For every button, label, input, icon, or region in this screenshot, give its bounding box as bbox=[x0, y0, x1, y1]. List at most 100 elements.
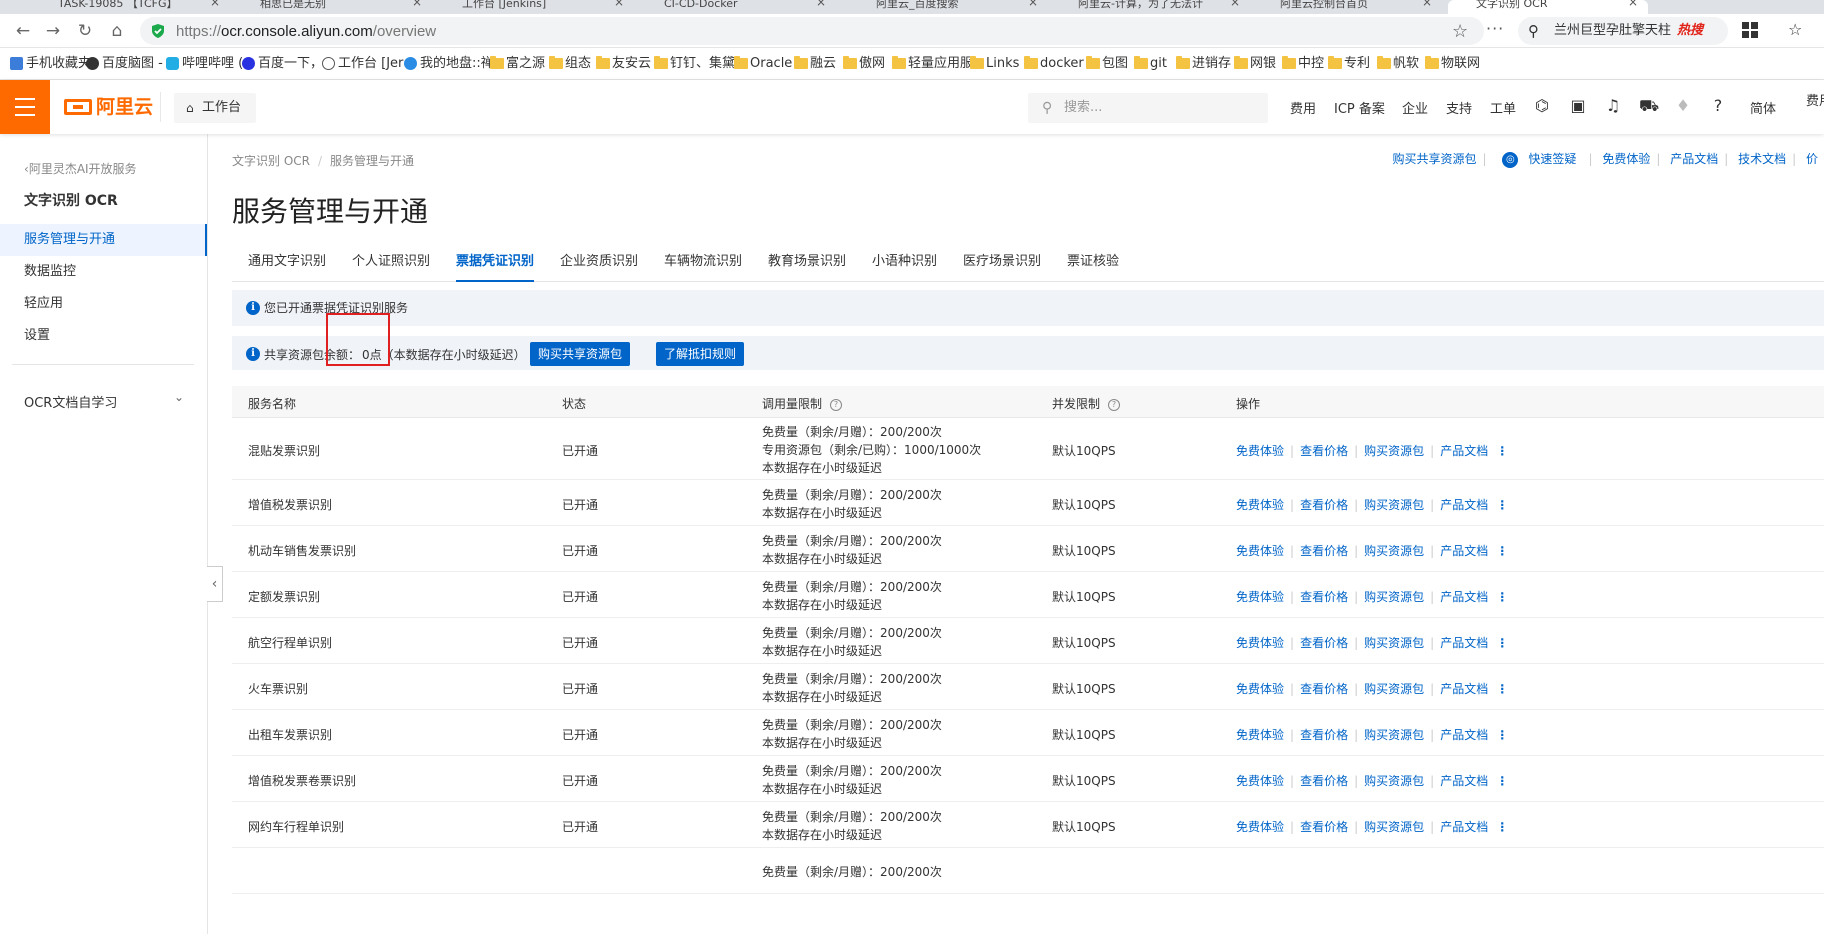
tab-enterprise-qualification[interactable]: 企业资质识别 bbox=[560, 242, 638, 282]
bookmark-folder[interactable]: 物联网 bbox=[1425, 56, 1480, 74]
language-switch[interactable]: 简体 bbox=[1750, 98, 1776, 117]
sidebar-item-service-management[interactable]: 服务管理与开通 bbox=[0, 224, 207, 256]
help-circle-icon[interactable]: ? bbox=[830, 398, 843, 411]
aliyun-logo[interactable]: 阿里云 bbox=[64, 92, 153, 122]
bookmark-folder[interactable]: 融云 bbox=[794, 56, 836, 74]
free-trial-link[interactable]: 免费体验 bbox=[1236, 728, 1284, 742]
bookmark-folder[interactable]: 包图 bbox=[1086, 56, 1128, 74]
bookmark-folder[interactable]: git bbox=[1134, 56, 1167, 74]
free-trial-link[interactable]: 免费体验 bbox=[1236, 820, 1284, 834]
bookmark-folder[interactable]: Links bbox=[970, 56, 1019, 74]
close-tab-icon[interactable]: × bbox=[1028, 0, 1038, 8]
view-price-link[interactable]: 查看价格 bbox=[1300, 682, 1348, 696]
browser-tab[interactable]: 阿里云-计算，为了无法计 × bbox=[1050, 0, 1250, 14]
link-quick-answer[interactable]: ◎ 快速签疑 bbox=[1496, 151, 1582, 168]
free-trial-link[interactable]: 免费体验 bbox=[1236, 774, 1284, 788]
product-docs-link[interactable]: 产品文档 bbox=[1440, 728, 1488, 742]
bookmark-folder[interactable]: 富之源 bbox=[490, 56, 545, 74]
buy-package-link[interactable]: 购买资源包 bbox=[1364, 498, 1424, 512]
bookmark-folder[interactable]: 组态 bbox=[549, 56, 591, 74]
bookmark-star-icon[interactable]: ☆ bbox=[1452, 21, 1468, 42]
product-docs-link[interactable]: 产品文档 bbox=[1440, 682, 1488, 696]
bookmark-folder[interactable]: 进销存 bbox=[1176, 56, 1231, 74]
more-actions-icon[interactable]: ⋮ bbox=[1496, 728, 1508, 742]
bookmark-folder[interactable]: 傲网 bbox=[843, 56, 885, 74]
free-trial-link[interactable]: 免费体验 bbox=[1236, 444, 1284, 458]
tab-vehicle-logistics[interactable]: 车辆物流识别 bbox=[664, 242, 742, 282]
more-actions-icon[interactable]: ⋮ bbox=[1496, 636, 1508, 650]
console-search-input[interactable]: ⚲ 搜索... bbox=[1028, 93, 1268, 123]
view-price-link[interactable]: 查看价格 bbox=[1300, 636, 1348, 650]
more-actions-icon[interactable]: ⋮ bbox=[1496, 590, 1508, 604]
bell-icon[interactable]: ♫ bbox=[1604, 96, 1622, 115]
sidebar-item-light-app[interactable]: 轻应用 bbox=[0, 288, 207, 320]
product-docs-link[interactable]: 产品文档 bbox=[1440, 590, 1488, 604]
help-icon[interactable]: ? bbox=[1709, 96, 1727, 115]
bookmark-item[interactable]: 百度一下， bbox=[242, 56, 323, 74]
buy-package-link[interactable]: 购买资源包 bbox=[1364, 590, 1424, 604]
forward-icon[interactable]: → bbox=[42, 20, 64, 42]
sidebar-group-ocr-self-learning[interactable]: OCR文档自学习 ⌄ bbox=[24, 390, 184, 411]
buy-package-link[interactable]: 购买资源包 bbox=[1364, 636, 1424, 650]
free-trial-link[interactable]: 免费体验 bbox=[1236, 636, 1284, 650]
buy-package-link[interactable]: 购买资源包 bbox=[1364, 774, 1424, 788]
close-tab-icon[interactable]: × bbox=[210, 0, 220, 8]
more-dots-icon[interactable]: ··· bbox=[1486, 19, 1504, 38]
product-docs-link[interactable]: 产品文档 bbox=[1440, 820, 1488, 834]
tab-education[interactable]: 教育场景识别 bbox=[768, 242, 846, 282]
tab-minor-language[interactable]: 小语种识别 bbox=[872, 242, 937, 282]
url-field[interactable]: https://ocr.console.aliyun.com/overview … bbox=[140, 17, 1503, 45]
close-tab-icon[interactable]: × bbox=[1422, 0, 1432, 8]
bookmark-item[interactable]: 工作台 [Jer bbox=[322, 56, 403, 74]
view-price-link[interactable]: 查看价格 bbox=[1300, 774, 1348, 788]
buy-package-link[interactable]: 购买资源包 bbox=[1364, 682, 1424, 696]
bookmark-item[interactable]: 手机收藏夹 bbox=[10, 56, 91, 74]
more-actions-icon[interactable]: ⋮ bbox=[1496, 444, 1508, 458]
view-price-link[interactable]: 查看价格 bbox=[1300, 444, 1348, 458]
free-trial-link[interactable]: 免费体验 bbox=[1236, 498, 1284, 512]
link-free-trial[interactable]: 免费体验 bbox=[1602, 152, 1650, 166]
browser-tab[interactable]: CI-CD-Docker × bbox=[636, 0, 836, 14]
menu-hamburger-icon[interactable] bbox=[0, 80, 50, 134]
topbar-link-icp[interactable]: ICP 备案 bbox=[1334, 98, 1385, 117]
browser-tab[interactable]: 阿里云_百度搜索 × bbox=[848, 0, 1048, 14]
buy-shared-package-button[interactable]: 购买共享资源包 bbox=[530, 342, 631, 366]
cloud-shell-icon[interactable]: ⌬ bbox=[1533, 96, 1551, 115]
more-actions-icon[interactable]: ⋮ bbox=[1496, 820, 1508, 834]
lightbulb-icon[interactable]: ♦ bbox=[1674, 96, 1692, 115]
bookmark-folder[interactable]: 钉钉、集黛 bbox=[654, 56, 735, 74]
buy-package-link[interactable]: 购买资源包 bbox=[1364, 728, 1424, 742]
close-tab-icon[interactable]: × bbox=[412, 0, 422, 8]
link-tech-docs[interactable]: 技术文档 bbox=[1738, 152, 1786, 166]
deduction-rules-button[interactable]: 了解抵扣规则 bbox=[656, 342, 745, 366]
link-pricing[interactable]: 价 bbox=[1806, 152, 1818, 166]
breadcrumb-item[interactable]: 文字识别 OCR bbox=[232, 154, 310, 168]
browser-tab[interactable]: TASK-19085 【TCFG】 × bbox=[30, 0, 230, 14]
sidebar-item-settings[interactable]: 设置 bbox=[0, 320, 207, 352]
more-actions-icon[interactable]: ⋮ bbox=[1496, 682, 1508, 696]
free-trial-link[interactable]: 免费体验 bbox=[1236, 544, 1284, 558]
view-price-link[interactable]: 查看价格 bbox=[1300, 820, 1348, 834]
topbar-link-enterprise[interactable]: 企业 bbox=[1402, 98, 1428, 117]
more-actions-icon[interactable]: ⋮ bbox=[1496, 544, 1508, 558]
browser-tab[interactable]: 相思已是无别 × bbox=[232, 0, 432, 14]
cart-icon[interactable]: ⛟ bbox=[1639, 96, 1659, 117]
tab-certificate-verify[interactable]: 票证核验 bbox=[1067, 242, 1119, 282]
view-price-link[interactable]: 查看价格 bbox=[1300, 590, 1348, 604]
buy-package-link[interactable]: 购买资源包 bbox=[1364, 820, 1424, 834]
topbar-link-support[interactable]: 支持 bbox=[1446, 98, 1472, 117]
free-trial-link[interactable]: 免费体验 bbox=[1236, 590, 1284, 604]
product-docs-link[interactable]: 产品文档 bbox=[1440, 544, 1488, 558]
product-docs-link[interactable]: 产品文档 bbox=[1440, 774, 1488, 788]
reload-icon[interactable]: ↻ bbox=[74, 20, 96, 42]
product-docs-link[interactable]: 产品文档 bbox=[1440, 636, 1488, 650]
view-price-link[interactable]: 查看价格 bbox=[1300, 544, 1348, 558]
buy-package-link[interactable]: 购买资源包 bbox=[1364, 544, 1424, 558]
close-tab-icon[interactable]: × bbox=[816, 0, 826, 8]
close-tab-icon[interactable]: × bbox=[1628, 0, 1638, 8]
account-menu[interactable]: 费用 bbox=[1806, 90, 1824, 109]
terminal-icon[interactable]: ▣ bbox=[1569, 96, 1587, 115]
close-tab-icon[interactable]: × bbox=[614, 0, 624, 8]
tab-general-text[interactable]: 通用文字识别 bbox=[248, 242, 326, 282]
favorites-icon[interactable]: ☆ bbox=[1788, 20, 1802, 39]
